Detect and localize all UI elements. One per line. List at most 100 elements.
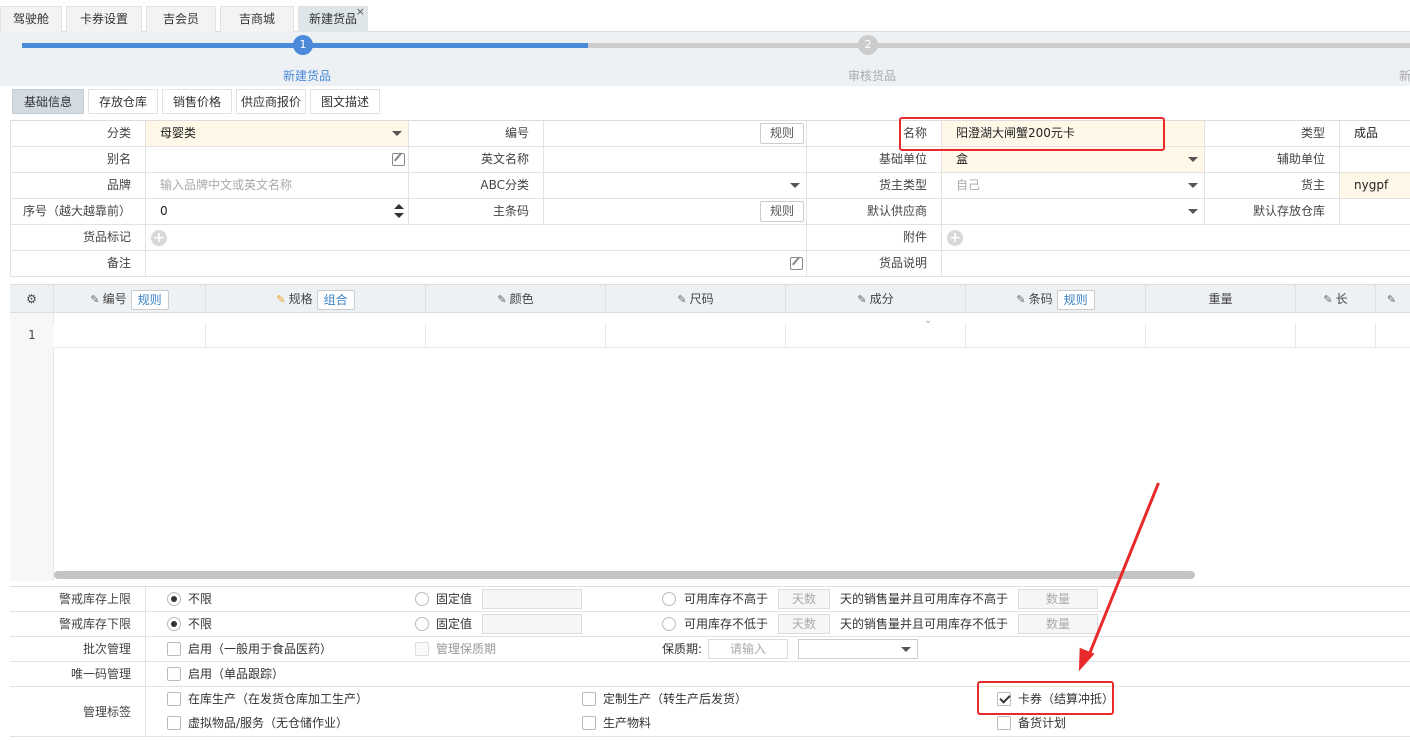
subtab-basic-info[interactable]: 基础信息 xyxy=(12,89,84,114)
barcode-rule-button[interactable]: 规则 xyxy=(760,201,804,222)
tab-member[interactable]: 吉会员 xyxy=(146,6,216,32)
upper-unlimited-text: 不限 xyxy=(188,592,213,606)
remark-label: 备注 xyxy=(10,251,146,276)
table-row[interactable] xyxy=(10,323,1410,348)
tag-virtual-checkbox[interactable] xyxy=(167,716,181,730)
grid-row-number-column xyxy=(10,313,54,581)
english-name-label: 英文名称 xyxy=(408,147,544,172)
description-input[interactable] xyxy=(942,251,1410,276)
barcode-input[interactable]: 规则 xyxy=(544,199,806,224)
subtab-storage[interactable]: 存放仓库 xyxy=(88,89,158,114)
combo-button[interactable]: 组合 xyxy=(316,289,355,310)
lower-qty-input[interactable]: 数量 xyxy=(1018,614,1098,634)
tag-custom-checkbox[interactable] xyxy=(582,692,596,706)
shelf-input[interactable]: 请输入 xyxy=(708,639,788,659)
shelf-label: 保质期: xyxy=(662,642,703,656)
seq-stepper[interactable]: 0 xyxy=(146,199,408,224)
batch-enable-checkbox[interactable] xyxy=(167,642,181,656)
owner-label: 货主 xyxy=(1204,173,1340,198)
tag-in-stock-checkbox[interactable] xyxy=(167,692,181,706)
cell-barcode[interactable] xyxy=(966,323,1146,348)
tab-label: 吉会员 xyxy=(162,12,199,26)
highlight-box-card xyxy=(977,681,1114,715)
close-icon[interactable]: × xyxy=(356,0,365,24)
step-1-label: 新建货品 xyxy=(283,69,332,83)
shelf-unit-select[interactable] xyxy=(798,639,918,659)
step-3-label: 新 xyxy=(1399,69,1410,83)
cell-weight[interactable] xyxy=(1146,323,1296,348)
cell-size[interactable] xyxy=(606,323,786,348)
chevron-down-icon xyxy=(1188,209,1198,214)
col-composition-label: 成分 xyxy=(869,292,894,306)
upper-qty-input[interactable]: 数量 xyxy=(1018,589,1098,609)
upper-unlimited-radio[interactable] xyxy=(167,592,181,606)
barcode-rule-button[interactable]: 规则 xyxy=(1056,289,1095,310)
cell-spec[interactable] xyxy=(206,323,426,348)
grid-header: ⚙ ✎ 编号 规则 ✎ 规格 组合 ✎ 颜色 ✎ 尺码 ✎ 成分 ✎ 条码 规则 重量 ✎ 长 ✎ xyxy=(10,285,1410,313)
cell-color[interactable] xyxy=(426,323,606,348)
subtab-sale-price[interactable]: 销售价格 xyxy=(162,89,232,114)
subtab-description[interactable]: 图文描述 xyxy=(310,89,380,114)
tab-cockpit[interactable]: 驾驶舱 xyxy=(0,6,62,32)
tag-stock-plan-checkbox[interactable] xyxy=(997,716,1011,730)
base-unit-value: 盒 xyxy=(956,152,969,166)
subtab-supplier-quote[interactable]: 供应商报价 xyxy=(236,89,306,114)
warehouse-select[interactable] xyxy=(1340,199,1410,224)
edit-icon[interactable] xyxy=(392,153,405,166)
upper-avail-text: 可用库存不高于 xyxy=(684,592,769,606)
tab-mall[interactable]: 吉商城 xyxy=(220,6,294,32)
code-rule-button[interactable]: 规则 xyxy=(130,289,169,310)
code-input[interactable]: 规则 xyxy=(544,121,806,146)
lower-avail-radio[interactable] xyxy=(662,617,676,631)
lower-unlimited-radio[interactable] xyxy=(167,617,181,631)
cell-code[interactable] xyxy=(54,323,206,348)
supplier-select[interactable] xyxy=(942,199,1204,224)
owner-input[interactable]: nygpf xyxy=(1340,173,1410,198)
upper-days-input[interactable]: 天数 xyxy=(778,589,830,609)
cell-length[interactable] xyxy=(1296,323,1376,348)
description-label: 货品说明 xyxy=(806,251,942,276)
brand-input[interactable]: 输入品牌中文或英文名称 xyxy=(146,173,408,198)
english-name-input[interactable] xyxy=(544,147,806,172)
stepper-up-icon[interactable] xyxy=(394,204,404,209)
pencil-icon: ✎ xyxy=(1323,293,1333,306)
alias-input[interactable] xyxy=(146,147,408,172)
attachment-label: 附件 xyxy=(806,225,942,250)
cell-composition[interactable] xyxy=(786,323,966,348)
supplier-label: 默认供应商 xyxy=(806,199,942,224)
abc-select[interactable] xyxy=(544,173,806,198)
owner-type-select[interactable]: 自己 xyxy=(942,173,1204,198)
code-rule-button[interactable]: 规则 xyxy=(760,123,804,144)
tag-material-checkbox[interactable] xyxy=(582,716,596,730)
stepper-down-icon[interactable] xyxy=(394,213,404,218)
add-icon[interactable]: + xyxy=(947,230,963,246)
type-select[interactable]: 成品 xyxy=(1340,121,1410,146)
chevron-down-icon xyxy=(1188,157,1198,162)
upper-fixed-input[interactable] xyxy=(482,589,582,609)
col-barcode: ✎ 条码 规则 xyxy=(966,285,1146,313)
aux-unit-select[interactable] xyxy=(1340,147,1410,172)
horizontal-scrollbar[interactable] xyxy=(54,571,1195,579)
category-select[interactable]: 母婴类 xyxy=(146,121,408,146)
lower-days-input[interactable]: 天数 xyxy=(778,614,830,634)
shelf-manage-checkbox[interactable] xyxy=(415,642,429,656)
lower-fixed-radio[interactable] xyxy=(415,617,429,631)
tab-label: 驾驶舱 xyxy=(12,12,49,26)
add-icon[interactable]: + xyxy=(151,230,167,246)
tab-card-settings[interactable]: 卡券设置 xyxy=(66,6,142,32)
col-size-label: 尺码 xyxy=(689,292,714,306)
chevron-down-icon xyxy=(790,183,800,188)
step-2-dot: 2 xyxy=(858,35,878,55)
upper-avail-radio[interactable] xyxy=(662,592,676,606)
unique-enable-checkbox[interactable] xyxy=(167,667,181,681)
aux-unit-label: 辅助单位 xyxy=(1204,147,1340,172)
upper-fixed-radio[interactable] xyxy=(415,592,429,606)
remark-input[interactable] xyxy=(146,251,806,276)
pencil-icon: ✎ xyxy=(90,293,100,306)
lower-fixed-input[interactable] xyxy=(482,614,582,634)
gear-icon[interactable]: ⚙ xyxy=(10,285,54,313)
top-tab-bar: 驾驶舱 卡券设置 吉会员 吉商城 新建货品 × xyxy=(0,0,1410,32)
tab-new-goods[interactable]: 新建货品 × xyxy=(298,5,368,32)
edit-icon[interactable] xyxy=(790,257,803,270)
attachment-field: + xyxy=(942,225,1410,250)
